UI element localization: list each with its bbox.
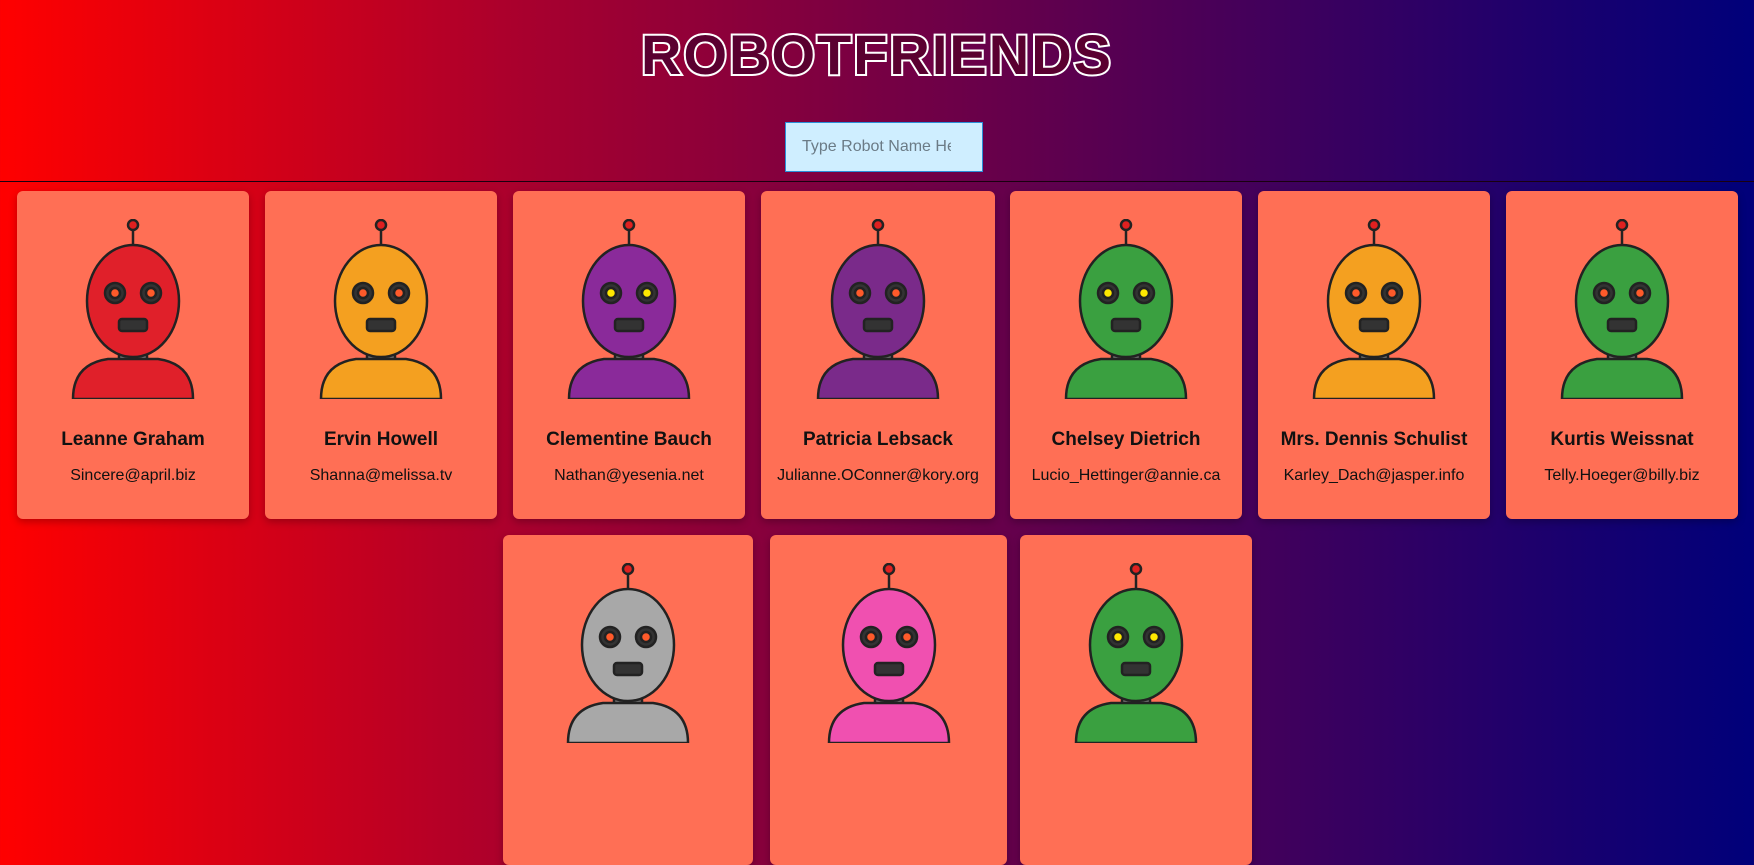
robot-image	[1010, 219, 1242, 399]
robot-illustration	[827, 563, 950, 743]
app-title: ROBOTFRIENDS	[0, 22, 1754, 90]
search-input[interactable]	[785, 122, 983, 172]
robot-email: Shanna@melissa.tv	[309, 467, 453, 484]
robot-email: Karley_Dach@jasper.info	[1283, 467, 1465, 484]
robot-email: Nathan@yesenia.net	[554, 467, 704, 484]
robot-card[interactable]: Leanne Graham Sincere@april.biz	[17, 191, 249, 519]
robot-email: Telly.Hoeger@billy.biz	[1544, 467, 1700, 484]
robot-image	[1020, 563, 1252, 743]
robot-name: Clementine Bauch	[546, 429, 712, 450]
robot-name: Mrs. Dennis Schulist	[1280, 429, 1468, 450]
robot-illustration	[319, 219, 443, 399]
robot-name: Patricia Lebsack	[803, 429, 953, 450]
robot-name: Chelsey Dietrich	[1051, 429, 1201, 450]
robot-email: Sincere@april.biz	[70, 467, 196, 484]
robot-name: Leanne Graham	[61, 429, 205, 450]
robot-illustration	[816, 219, 940, 399]
robot-image	[17, 219, 249, 399]
robot-image	[770, 563, 1007, 743]
robot-illustration	[1312, 219, 1436, 399]
robot-card[interactable]: Patricia Lebsack Julianne.OConner@kory.or…	[761, 191, 995, 519]
robot-illustration	[1560, 219, 1684, 399]
robot-card[interactable]: Clementine Bauch Nathan@yesenia.net	[513, 191, 745, 519]
robot-illustration	[567, 219, 691, 399]
robot-name: Ervin Howell	[323, 429, 439, 450]
robot-image	[1258, 219, 1490, 399]
robot-illustration	[71, 219, 195, 399]
robot-card[interactable]: Chelsey Dietrich Lucio_Hettinger@annie.ca	[1010, 191, 1242, 519]
robot-card[interactable]: Ervin Howell Shanna@melissa.tv	[265, 191, 497, 519]
robot-illustration	[1074, 563, 1198, 743]
robot-image	[1506, 219, 1738, 399]
robot-card[interactable]	[1020, 535, 1252, 865]
robot-illustration	[1064, 219, 1188, 399]
robot-image	[265, 219, 497, 399]
robot-card[interactable]	[503, 535, 753, 865]
header-divider	[0, 181, 1754, 182]
robot-illustration	[566, 563, 690, 743]
robot-card[interactable]	[770, 535, 1007, 865]
robot-name: Kurtis Weissnat	[1550, 429, 1694, 450]
robot-image	[761, 219, 995, 399]
robot-image	[503, 563, 753, 743]
robot-card[interactable]: Mrs. Dennis Schulist Karley_Dach@jasper.i…	[1258, 191, 1490, 519]
robot-image	[513, 219, 745, 399]
robot-email: Julianne.OConner@kory.org	[777, 467, 979, 484]
robot-email: Lucio_Hettinger@annie.ca	[1031, 467, 1221, 484]
app-title-text: ROBOTFRIENDS	[642, 23, 1112, 82]
robot-card[interactable]: Kurtis Weissnat Telly.Hoeger@billy.biz	[1506, 191, 1738, 519]
